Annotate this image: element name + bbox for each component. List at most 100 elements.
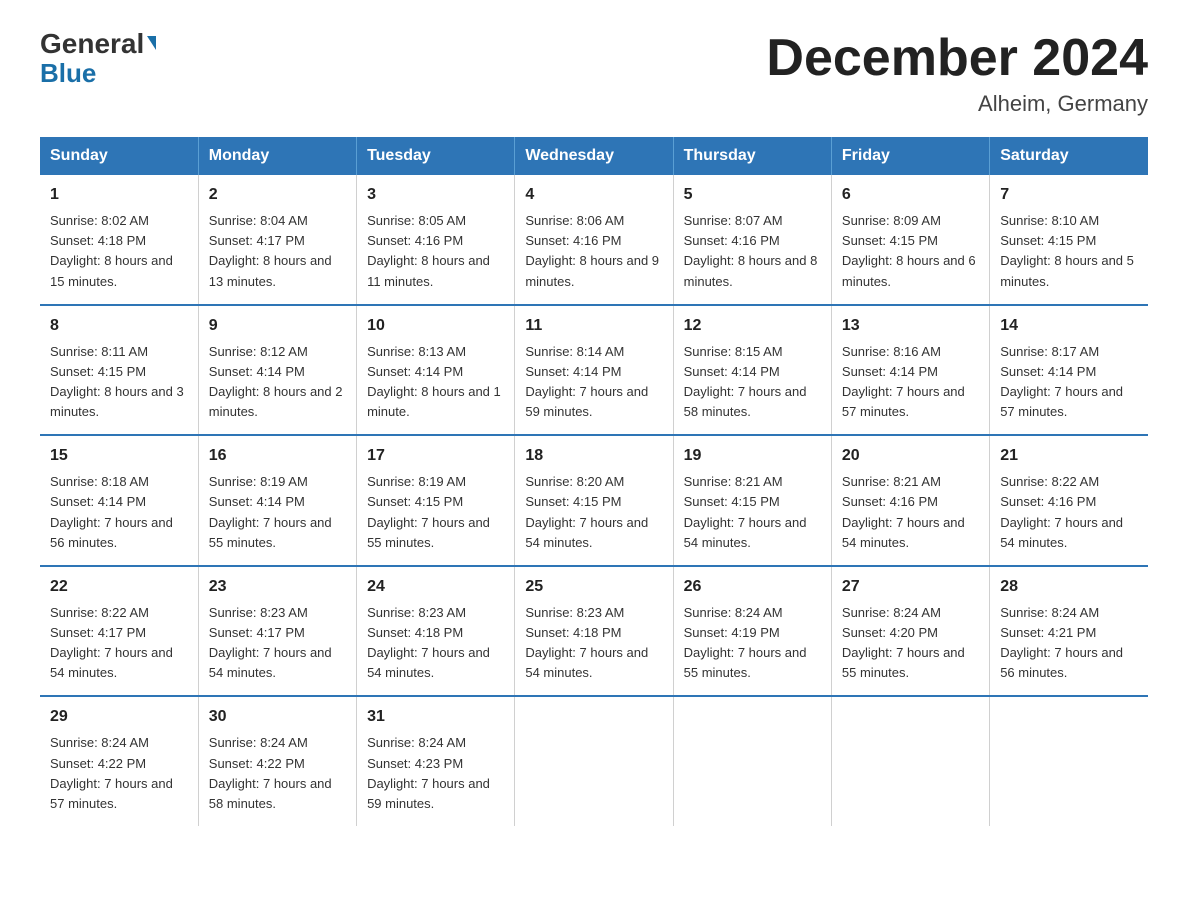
day-info: Sunrise: 8:23 AMSunset: 4:18 PMDaylight:… xyxy=(367,605,490,680)
location: Alheim, Germany xyxy=(766,91,1148,117)
day-info: Sunrise: 8:12 AMSunset: 4:14 PMDaylight:… xyxy=(209,344,343,419)
day-number: 30 xyxy=(209,705,346,729)
calendar-cell: 19 Sunrise: 8:21 AMSunset: 4:15 PMDaylig… xyxy=(673,435,831,566)
day-number: 20 xyxy=(842,444,979,468)
calendar-cell xyxy=(515,696,673,826)
calendar-cell: 21 Sunrise: 8:22 AMSunset: 4:16 PMDaylig… xyxy=(990,435,1148,566)
weekday-header-wednesday: Wednesday xyxy=(515,137,673,175)
day-info: Sunrise: 8:24 AMSunset: 4:23 PMDaylight:… xyxy=(367,735,490,810)
day-number: 23 xyxy=(209,575,346,599)
calendar-cell: 22 Sunrise: 8:22 AMSunset: 4:17 PMDaylig… xyxy=(40,566,198,697)
calendar-cell: 11 Sunrise: 8:14 AMSunset: 4:14 PMDaylig… xyxy=(515,305,673,436)
calendar-cell: 18 Sunrise: 8:20 AMSunset: 4:15 PMDaylig… xyxy=(515,435,673,566)
day-info: Sunrise: 8:24 AMSunset: 4:22 PMDaylight:… xyxy=(50,735,173,810)
calendar-week-row: 29 Sunrise: 8:24 AMSunset: 4:22 PMDaylig… xyxy=(40,696,1148,826)
day-number: 9 xyxy=(209,314,346,338)
day-info: Sunrise: 8:23 AMSunset: 4:17 PMDaylight:… xyxy=(209,605,332,680)
calendar-cell: 14 Sunrise: 8:17 AMSunset: 4:14 PMDaylig… xyxy=(990,305,1148,436)
month-title: December 2024 xyxy=(766,30,1148,87)
day-info: Sunrise: 8:23 AMSunset: 4:18 PMDaylight:… xyxy=(525,605,648,680)
day-number: 16 xyxy=(209,444,346,468)
calendar-cell xyxy=(990,696,1148,826)
day-number: 6 xyxy=(842,183,979,207)
calendar-cell: 6 Sunrise: 8:09 AMSunset: 4:15 PMDayligh… xyxy=(831,175,989,305)
calendar-table: SundayMondayTuesdayWednesdayThursdayFrid… xyxy=(40,137,1148,826)
calendar-cell: 24 Sunrise: 8:23 AMSunset: 4:18 PMDaylig… xyxy=(357,566,515,697)
calendar-cell: 12 Sunrise: 8:15 AMSunset: 4:14 PMDaylig… xyxy=(673,305,831,436)
day-number: 31 xyxy=(367,705,504,729)
calendar-cell: 8 Sunrise: 8:11 AMSunset: 4:15 PMDayligh… xyxy=(40,305,198,436)
day-number: 3 xyxy=(367,183,504,207)
day-info: Sunrise: 8:04 AMSunset: 4:17 PMDaylight:… xyxy=(209,213,332,288)
calendar-cell: 4 Sunrise: 8:06 AMSunset: 4:16 PMDayligh… xyxy=(515,175,673,305)
calendar-cell: 2 Sunrise: 8:04 AMSunset: 4:17 PMDayligh… xyxy=(198,175,356,305)
day-info: Sunrise: 8:07 AMSunset: 4:16 PMDaylight:… xyxy=(684,213,818,288)
day-number: 24 xyxy=(367,575,504,599)
calendar-cell: 1 Sunrise: 8:02 AMSunset: 4:18 PMDayligh… xyxy=(40,175,198,305)
day-number: 12 xyxy=(684,314,821,338)
calendar-cell xyxy=(831,696,989,826)
day-info: Sunrise: 8:24 AMSunset: 4:19 PMDaylight:… xyxy=(684,605,807,680)
day-info: Sunrise: 8:22 AMSunset: 4:17 PMDaylight:… xyxy=(50,605,173,680)
calendar-week-row: 1 Sunrise: 8:02 AMSunset: 4:18 PMDayligh… xyxy=(40,175,1148,305)
day-info: Sunrise: 8:16 AMSunset: 4:14 PMDaylight:… xyxy=(842,344,965,419)
weekday-header-tuesday: Tuesday xyxy=(357,137,515,175)
day-number: 22 xyxy=(50,575,188,599)
day-info: Sunrise: 8:10 AMSunset: 4:15 PMDaylight:… xyxy=(1000,213,1134,288)
calendar-cell: 9 Sunrise: 8:12 AMSunset: 4:14 PMDayligh… xyxy=(198,305,356,436)
calendar-cell: 3 Sunrise: 8:05 AMSunset: 4:16 PMDayligh… xyxy=(357,175,515,305)
day-info: Sunrise: 8:21 AMSunset: 4:16 PMDaylight:… xyxy=(842,474,965,549)
day-info: Sunrise: 8:24 AMSunset: 4:21 PMDaylight:… xyxy=(1000,605,1123,680)
day-number: 19 xyxy=(684,444,821,468)
day-info: Sunrise: 8:02 AMSunset: 4:18 PMDaylight:… xyxy=(50,213,173,288)
day-number: 17 xyxy=(367,444,504,468)
weekday-header-sunday: Sunday xyxy=(40,137,198,175)
day-info: Sunrise: 8:15 AMSunset: 4:14 PMDaylight:… xyxy=(684,344,807,419)
calendar-cell: 10 Sunrise: 8:13 AMSunset: 4:14 PMDaylig… xyxy=(357,305,515,436)
calendar-cell: 30 Sunrise: 8:24 AMSunset: 4:22 PMDaylig… xyxy=(198,696,356,826)
calendar-cell: 26 Sunrise: 8:24 AMSunset: 4:19 PMDaylig… xyxy=(673,566,831,697)
day-number: 21 xyxy=(1000,444,1138,468)
day-number: 7 xyxy=(1000,183,1138,207)
weekday-header-thursday: Thursday xyxy=(673,137,831,175)
day-number: 5 xyxy=(684,183,821,207)
day-info: Sunrise: 8:11 AMSunset: 4:15 PMDaylight:… xyxy=(50,344,184,419)
day-number: 1 xyxy=(50,183,188,207)
calendar-cell: 13 Sunrise: 8:16 AMSunset: 4:14 PMDaylig… xyxy=(831,305,989,436)
calendar-cell: 27 Sunrise: 8:24 AMSunset: 4:20 PMDaylig… xyxy=(831,566,989,697)
logo-blue: Blue xyxy=(40,60,96,86)
calendar-cell: 5 Sunrise: 8:07 AMSunset: 4:16 PMDayligh… xyxy=(673,175,831,305)
calendar-cell: 20 Sunrise: 8:21 AMSunset: 4:16 PMDaylig… xyxy=(831,435,989,566)
calendar-cell: 15 Sunrise: 8:18 AMSunset: 4:14 PMDaylig… xyxy=(40,435,198,566)
day-info: Sunrise: 8:06 AMSunset: 4:16 PMDaylight:… xyxy=(525,213,659,288)
day-number: 27 xyxy=(842,575,979,599)
calendar-week-row: 8 Sunrise: 8:11 AMSunset: 4:15 PMDayligh… xyxy=(40,305,1148,436)
day-info: Sunrise: 8:09 AMSunset: 4:15 PMDaylight:… xyxy=(842,213,976,288)
day-info: Sunrise: 8:22 AMSunset: 4:16 PMDaylight:… xyxy=(1000,474,1123,549)
day-number: 26 xyxy=(684,575,821,599)
day-number: 10 xyxy=(367,314,504,338)
calendar-week-row: 22 Sunrise: 8:22 AMSunset: 4:17 PMDaylig… xyxy=(40,566,1148,697)
logo: General Blue xyxy=(40,30,156,86)
day-number: 25 xyxy=(525,575,662,599)
day-info: Sunrise: 8:24 AMSunset: 4:22 PMDaylight:… xyxy=(209,735,332,810)
calendar-week-row: 15 Sunrise: 8:18 AMSunset: 4:14 PMDaylig… xyxy=(40,435,1148,566)
weekday-header-saturday: Saturday xyxy=(990,137,1148,175)
calendar-cell: 31 Sunrise: 8:24 AMSunset: 4:23 PMDaylig… xyxy=(357,696,515,826)
day-number: 2 xyxy=(209,183,346,207)
calendar-cell xyxy=(673,696,831,826)
weekday-header-row: SundayMondayTuesdayWednesdayThursdayFrid… xyxy=(40,137,1148,175)
day-info: Sunrise: 8:17 AMSunset: 4:14 PMDaylight:… xyxy=(1000,344,1123,419)
title-block: December 2024 Alheim, Germany xyxy=(766,30,1148,117)
day-info: Sunrise: 8:24 AMSunset: 4:20 PMDaylight:… xyxy=(842,605,965,680)
calendar-cell: 17 Sunrise: 8:19 AMSunset: 4:15 PMDaylig… xyxy=(357,435,515,566)
logo-general: General xyxy=(40,30,156,58)
day-info: Sunrise: 8:19 AMSunset: 4:14 PMDaylight:… xyxy=(209,474,332,549)
weekday-header-monday: Monday xyxy=(198,137,356,175)
day-number: 14 xyxy=(1000,314,1138,338)
day-number: 18 xyxy=(525,444,662,468)
calendar-cell: 29 Sunrise: 8:24 AMSunset: 4:22 PMDaylig… xyxy=(40,696,198,826)
calendar-cell: 16 Sunrise: 8:19 AMSunset: 4:14 PMDaylig… xyxy=(198,435,356,566)
day-number: 11 xyxy=(525,314,662,338)
day-number: 8 xyxy=(50,314,188,338)
